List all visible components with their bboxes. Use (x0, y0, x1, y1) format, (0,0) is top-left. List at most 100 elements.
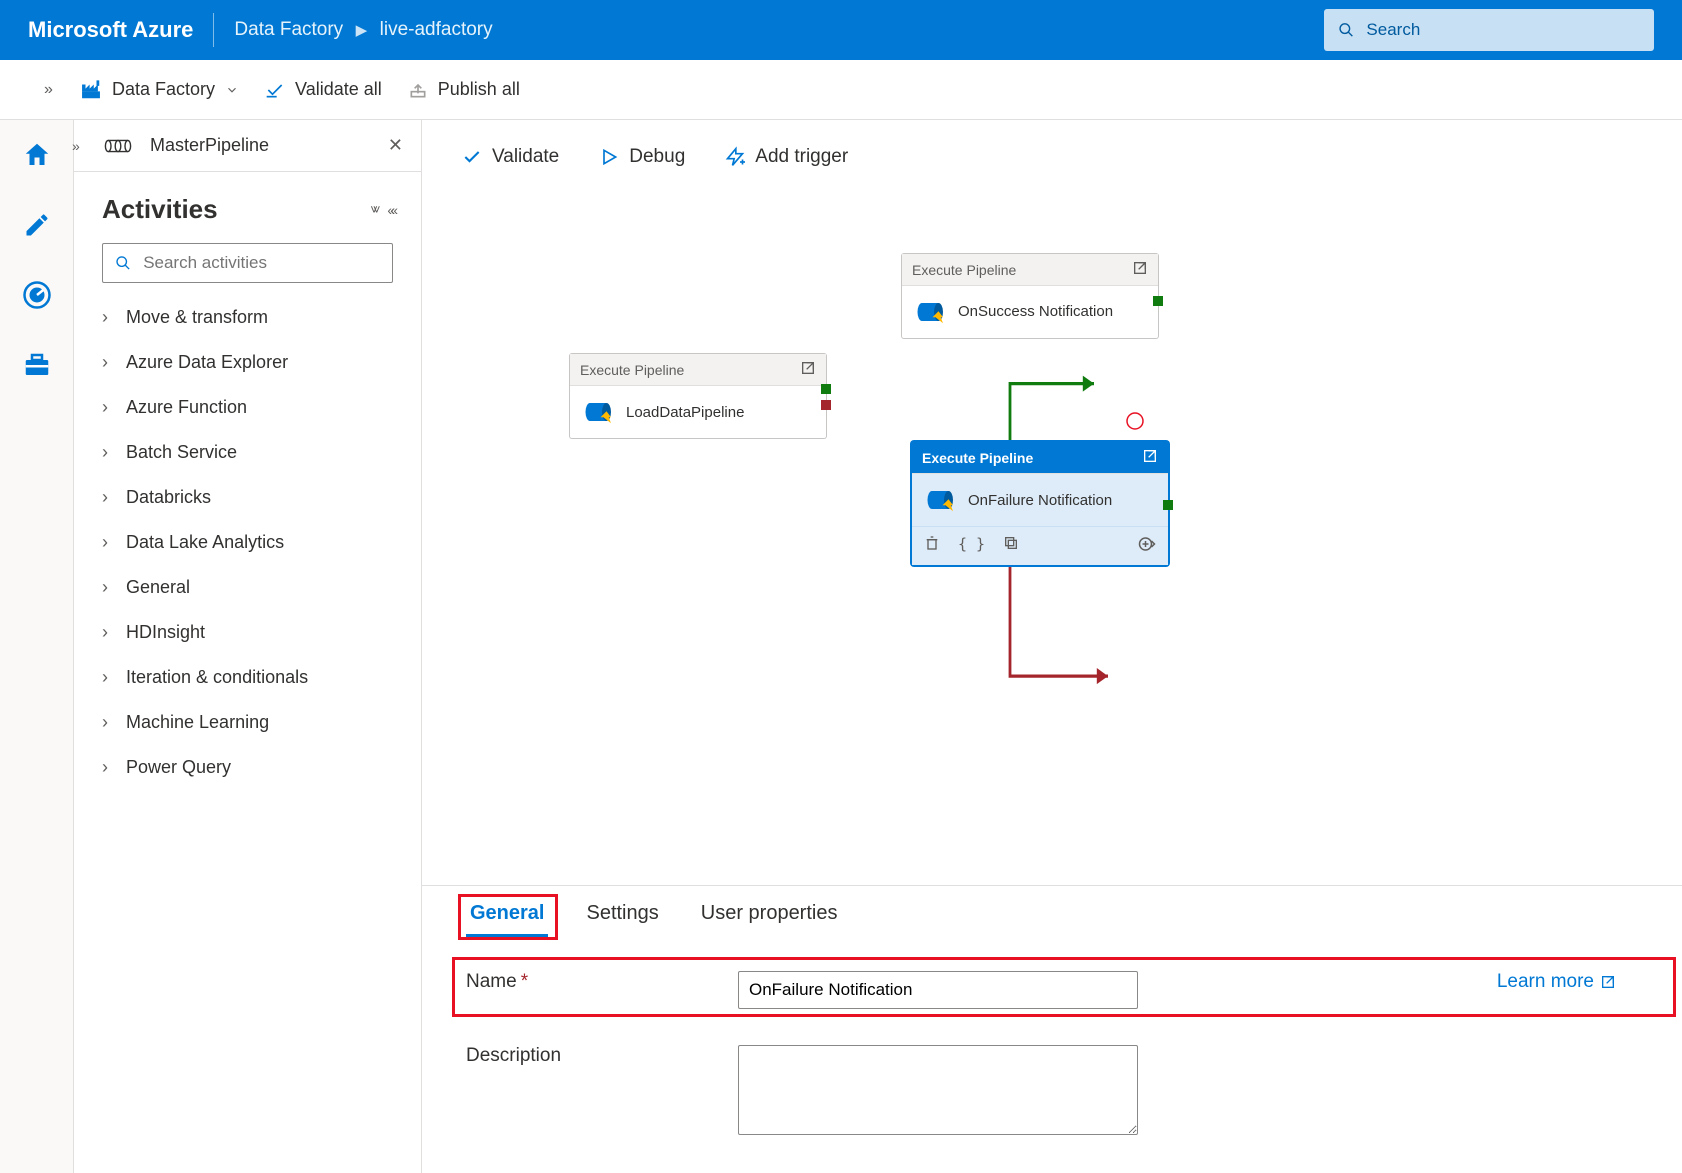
tab-settings[interactable]: Settings (582, 902, 662, 935)
activity-label: Machine Learning (126, 712, 269, 733)
node-failure[interactable]: Execute Pipeline OnFailure Notification … (912, 442, 1168, 565)
chevron-right-icon: › (102, 487, 112, 508)
breadcrumb-resource[interactable]: live-adfactory (380, 19, 493, 40)
activity-category[interactable]: › Azure Function (92, 385, 421, 430)
external-link-icon (1600, 974, 1616, 990)
activity-category[interactable]: › Databricks (92, 475, 421, 520)
breadcrumb-data-factory[interactable]: Data Factory (234, 19, 343, 40)
pencil-icon[interactable] (20, 208, 54, 242)
debug-button[interactable]: Debug (599, 146, 685, 168)
play-icon (599, 147, 619, 167)
trash-icon[interactable] (924, 535, 940, 557)
node-load[interactable]: Execute Pipeline LoadDataPipeline (570, 354, 826, 438)
name-label: Name* (466, 971, 730, 993)
chevron-right-icon: › (102, 532, 112, 553)
port-success[interactable] (1163, 500, 1173, 510)
search-icon (115, 254, 131, 272)
collapse-pane-icon[interactable]: «« (387, 202, 393, 218)
expand-rail-icon[interactable]: » (44, 81, 53, 99)
editor-tab[interactable]: » MasterPipeline ✕ (74, 120, 421, 172)
chevron-right-icon: › (102, 577, 112, 598)
toolbox-icon[interactable] (20, 348, 54, 382)
add-trigger-button[interactable]: Add trigger (725, 146, 848, 168)
activity-category[interactable]: › Iteration & conditionals (92, 655, 421, 700)
activity-category[interactable]: › Data Lake Analytics (92, 520, 421, 565)
pipeline-run-icon (926, 488, 956, 512)
node-success[interactable]: Execute Pipeline OnSuccess Notification (902, 254, 1158, 338)
search-activities[interactable] (102, 243, 393, 283)
learn-more-link[interactable]: Learn more (1497, 971, 1616, 993)
add-trigger-label: Add trigger (755, 146, 848, 168)
pipeline-icon (104, 136, 132, 156)
activity-label: Data Lake Analytics (126, 532, 284, 553)
close-icon[interactable]: ✕ (388, 135, 403, 156)
brand: Microsoft Azure (28, 17, 193, 43)
pipeline-run-icon (916, 300, 946, 324)
activities-list: ›Move & transform ›Azure Data Explorer ›… (74, 291, 421, 1173)
port-success[interactable] (1153, 296, 1163, 306)
chevron-right-icon: ▶ (356, 21, 368, 39)
scope-dropdown[interactable]: Data Factory (80, 79, 239, 101)
check-icon (462, 147, 482, 167)
activity-category[interactable]: ›Move & transform (92, 295, 421, 340)
validate-button[interactable]: Validate (462, 146, 559, 168)
global-search[interactable] (1324, 9, 1654, 51)
bolt-icon (725, 146, 745, 168)
name-field[interactable] (738, 971, 1138, 1009)
publish-all-button: Publish all (408, 79, 520, 100)
home-icon[interactable] (20, 138, 54, 172)
breadcrumb: Data Factory ▶ live-adfactory (234, 19, 492, 41)
node-title: LoadDataPipeline (626, 404, 744, 421)
activity-label: Power Query (126, 757, 231, 778)
chevron-down-icon (225, 83, 239, 97)
chevron-right-icon: › (102, 397, 112, 418)
description-label: Description (466, 1045, 730, 1067)
node-title: OnSuccess Notification (958, 303, 1113, 321)
nav-rail (0, 120, 74, 1173)
scope-label: Data Factory (112, 79, 215, 100)
global-search-input[interactable] (1364, 19, 1640, 41)
activity-label: Iteration & conditionals (126, 667, 308, 688)
chevron-right-icon: › (102, 667, 112, 688)
activity-label: HDInsight (126, 622, 205, 643)
chevron-right-icon: › (102, 712, 112, 733)
factory-icon (80, 79, 102, 101)
pipeline-run-icon (584, 400, 614, 424)
pipeline-canvas[interactable]: Execute Pipeline LoadDataPipeline (422, 194, 1682, 885)
copy-icon[interactable] (1003, 535, 1019, 557)
publish-all-label: Publish all (438, 79, 520, 100)
validate-label: Validate (492, 146, 559, 168)
validate-all-button[interactable]: Validate all (265, 79, 382, 100)
activity-category[interactable]: ›Power Query (92, 745, 421, 790)
braces-icon[interactable]: { } (958, 535, 985, 557)
node-type: Execute Pipeline (922, 450, 1033, 466)
debug-label: Debug (629, 146, 685, 168)
open-icon[interactable] (1142, 448, 1158, 467)
chevron-right-icon: › (102, 442, 112, 463)
activity-category[interactable]: ›Batch Service (92, 430, 421, 475)
port-failure[interactable] (821, 400, 831, 410)
open-icon[interactable] (1132, 260, 1148, 279)
node-type: Execute Pipeline (912, 262, 1016, 278)
activity-category[interactable]: › HDInsight (92, 610, 421, 655)
description-field[interactable] (738, 1045, 1138, 1135)
activity-category[interactable]: ›Azure Data Explorer (92, 340, 421, 385)
gauge-icon[interactable] (20, 278, 54, 312)
delete-connection-icon[interactable] (1126, 412, 1144, 430)
activity-label: General (126, 577, 190, 598)
activity-category[interactable]: › Machine Learning (92, 700, 421, 745)
open-icon[interactable] (800, 360, 816, 379)
activity-label: Databricks (126, 487, 211, 508)
expand-tabs-icon[interactable]: » (72, 138, 80, 154)
chevron-right-icon: › (102, 352, 112, 373)
expand-all-icon[interactable]: ˅˅ (370, 202, 375, 217)
search-activities-input[interactable] (141, 252, 380, 274)
tab-user-properties[interactable]: User properties (697, 902, 842, 935)
add-output-icon[interactable] (1138, 535, 1156, 557)
tab-general[interactable]: General (466, 902, 548, 938)
activity-label: Azure Function (126, 397, 247, 418)
port-success[interactable] (821, 384, 831, 394)
node-title: OnFailure Notification (968, 492, 1112, 509)
chevron-right-icon: › (102, 622, 112, 643)
activity-category[interactable]: › General (92, 565, 421, 610)
